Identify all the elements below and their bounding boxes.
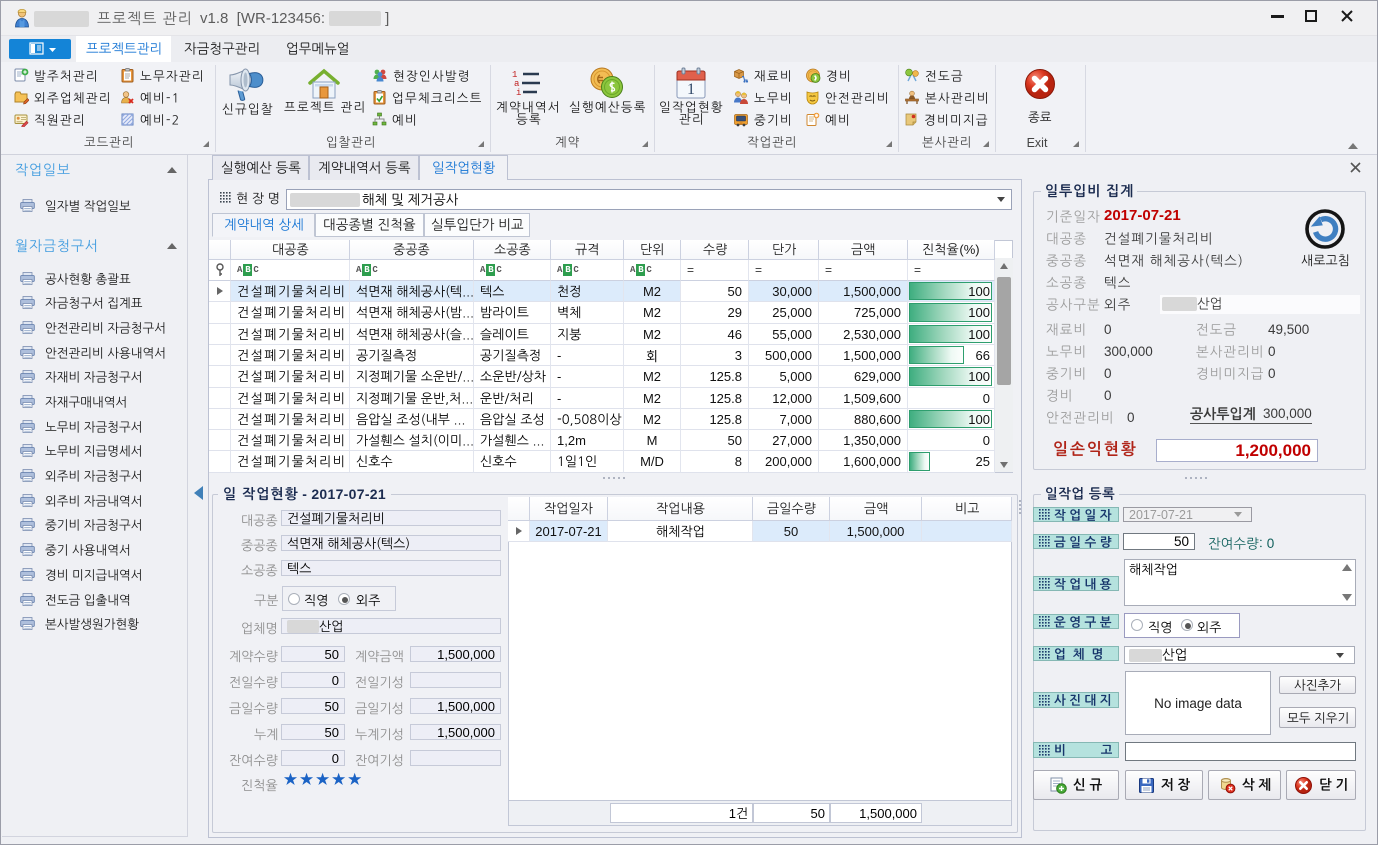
svg-text:i: i <box>516 88 521 98</box>
svg-text:1: 1 <box>687 81 695 98</box>
